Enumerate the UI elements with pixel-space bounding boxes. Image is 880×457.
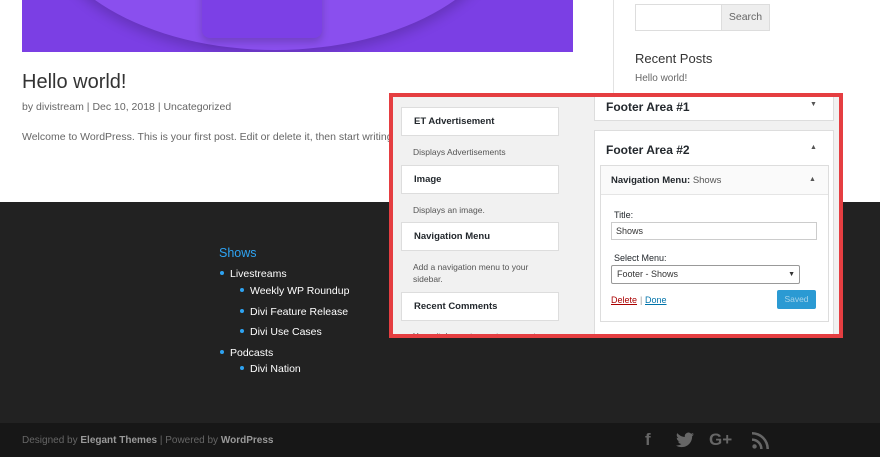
bullet-icon — [220, 271, 224, 276]
select-menu-label: Select Menu: — [614, 253, 667, 263]
credits-designed-by: Designed by — [22, 435, 81, 446]
menu-item-label: Podcasts — [230, 347, 274, 359]
widgets-screenshot-panel: ET Advertisement Displays Advertisements… — [389, 93, 843, 338]
post-title[interactable]: Hello world! — [22, 71, 126, 94]
wordpress-link[interactable]: WordPress — [221, 435, 274, 446]
credits-powered-by: | Powered by — [157, 435, 221, 446]
bullet-icon — [240, 309, 244, 314]
featured-image[interactable] — [22, 0, 573, 52]
featured-image-shape — [202, 0, 322, 38]
post-author-link[interactable]: divistream — [36, 101, 84, 113]
bullet-icon — [240, 288, 244, 293]
chevron-down-icon: ▼ — [788, 271, 795, 278]
post-excerpt: Welcome to WordPress. This is your first… — [22, 131, 396, 143]
chevron-up-icon[interactable]: ▲ — [809, 176, 816, 183]
navigation-menu-widget-title: Navigation Menu: Shows — [611, 175, 721, 186]
widget-type-label: Navigation Menu: — [611, 175, 693, 186]
post-category-link[interactable]: Uncategorized — [163, 101, 231, 113]
footer-menu-item-podcasts[interactable]: Podcasts — [220, 347, 273, 359]
menu-item-label: Divi Feature Release — [250, 306, 349, 318]
select-menu-dropdown[interactable]: Footer - Shows ▼ — [611, 265, 800, 284]
bullet-icon — [220, 350, 224, 355]
footer-menu-item-divi-feature-release[interactable]: Divi Feature Release — [240, 306, 348, 318]
chevron-up-icon[interactable]: ▲ — [810, 144, 817, 151]
post-meta: by divistream | Dec 10, 2018 | Uncategor… — [22, 101, 231, 113]
post-meta-by: by — [22, 101, 37, 113]
widget-description: Your site's most recent comments. — [413, 331, 543, 338]
recent-post-link[interactable]: Hello world! — [635, 73, 687, 84]
footer-credits: Designed by Elegant Themes | Powered by … — [22, 435, 273, 446]
footer-area-2-title: Footer Area #2 — [606, 143, 690, 157]
menu-item-label: Weekly WP Roundup — [250, 285, 350, 297]
search-button[interactable]: Search — [721, 4, 770, 31]
menu-item-label: Divi Use Cases — [250, 326, 322, 338]
widget-navigation-menu[interactable]: Navigation Menu — [401, 222, 559, 251]
google-plus-icon[interactable]: G+ — [709, 430, 732, 452]
twitter-icon[interactable] — [676, 432, 694, 454]
navigation-menu-widget-header[interactable]: Navigation Menu: Shows ▲ — [601, 166, 828, 195]
chevron-down-icon[interactable]: ▼ — [810, 101, 817, 108]
widget-description: Add a navigation menu to your sidebar. — [413, 262, 529, 284]
title-field-label: Title: — [614, 210, 634, 220]
footer-menu-item-livestreams[interactable]: Livestreams — [220, 268, 287, 280]
widget-instance-label: Shows — [692, 175, 722, 186]
footer-area-1-title: Footer Area #1 — [606, 100, 690, 114]
footer-menu-item-divi-nation[interactable]: Divi Nation — [240, 363, 301, 375]
done-link[interactable]: Done — [645, 295, 667, 305]
link-separator: | — [640, 295, 643, 305]
footer-menu-title: Shows — [219, 246, 257, 260]
recent-posts-title: Recent Posts — [635, 51, 713, 66]
footer-menu-item-weekly-wp-roundup[interactable]: Weekly WP Roundup — [240, 285, 349, 297]
rss-icon[interactable] — [752, 432, 769, 454]
widget-et-advertisement[interactable]: ET Advertisement — [401, 107, 559, 136]
available-widgets: ET Advertisement Displays Advertisements… — [393, 97, 568, 338]
facebook-icon[interactable]: f — [645, 430, 651, 452]
menu-item-label: Livestreams — [230, 268, 287, 280]
saved-button[interactable]: Saved — [777, 290, 816, 309]
title-field[interactable]: Shows — [611, 222, 817, 240]
widget-recent-comments[interactable]: Recent Comments — [401, 292, 559, 321]
footer-menu-item-divi-use-cases[interactable]: Divi Use Cases — [240, 326, 322, 338]
widget-description: Displays Advertisements — [413, 147, 506, 157]
select-menu-value: Footer - Shows — [617, 269, 679, 279]
menu-item-label: Divi Nation — [250, 363, 301, 375]
elegant-themes-link[interactable]: Elegant Themes — [80, 435, 157, 446]
footer-area-1[interactable]: Footer Area #1 ▼ — [594, 97, 834, 121]
post-date: Dec 10, 2018 — [92, 101, 155, 113]
bullet-icon — [240, 329, 244, 334]
delete-link[interactable]: Delete — [611, 295, 637, 305]
widget-description: Displays an image. — [413, 205, 485, 215]
bullet-icon — [240, 366, 244, 371]
widget-image[interactable]: Image — [401, 165, 559, 194]
search-input[interactable] — [635, 4, 722, 31]
